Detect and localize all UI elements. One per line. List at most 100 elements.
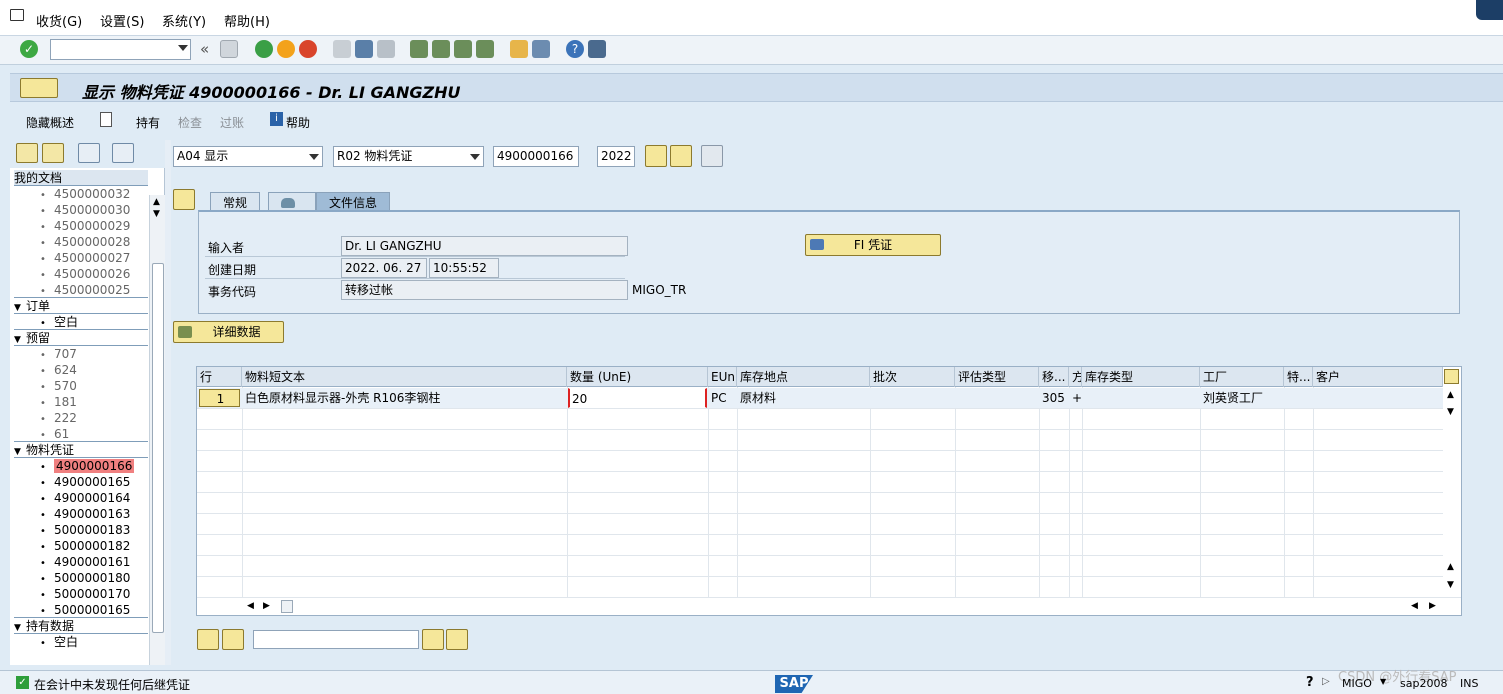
column-header-quantity[interactable]: 数量 (UnE) (567, 367, 708, 387)
tree-folder-material-documents[interactable]: ▼ 物料凭证 (14, 442, 148, 458)
scroll-down-icon[interactable]: ▼ (1447, 580, 1454, 590)
column-header-line[interactable]: 行 (197, 367, 242, 387)
tree-item[interactable]: • 5000000183 (14, 522, 148, 538)
column-header-movement-type[interactable]: 移... (1039, 367, 1069, 387)
menu-goods-receipt[interactable]: 收货(G) (36, 11, 82, 30)
column-header-stock-type[interactable]: 库存类型 (1082, 367, 1200, 387)
cell-quantity[interactable]: 20 (568, 388, 707, 408)
expand-status-icon[interactable]: ▷ (1322, 676, 1330, 687)
header-toggle-icon[interactable] (173, 189, 195, 210)
tree-item-selected[interactable]: • 4900000166 (14, 458, 148, 474)
tab-partner[interactable] (268, 192, 316, 212)
first-page-icon[interactable] (410, 40, 428, 58)
last-page-icon[interactable] (476, 40, 494, 58)
delete-icon[interactable] (78, 143, 100, 163)
tree-item[interactable]: • 4900000164 (14, 490, 148, 506)
add-row-icon[interactable] (197, 629, 219, 650)
chevron-down-icon[interactable]: ▼ (1380, 677, 1386, 686)
column-header-batch[interactable]: 批次 (870, 367, 955, 387)
tree-item[interactable]: • 5000000182 (14, 538, 148, 554)
search-next-icon[interactable] (446, 629, 468, 650)
scroll-down-icon[interactable]: ▼ (1447, 407, 1454, 417)
tree-item[interactable]: • 4500000030 (14, 202, 148, 218)
scroll-up-icon[interactable]: ▲ (153, 197, 160, 207)
hide-overview-button[interactable]: 隐藏概述 (26, 114, 74, 131)
column-header-direction[interactable]: 方 (1069, 367, 1082, 387)
scroll-right-icon[interactable]: ▶ (1429, 601, 1436, 611)
chevron-down-icon[interactable] (309, 154, 319, 160)
table-vertical-scrollbar[interactable]: ▲ ▼ ▲ ▼ (1443, 387, 1461, 597)
fi-document-button[interactable]: FI 凭证 (805, 234, 941, 256)
tree-item[interactable]: • 5000000180 (14, 570, 148, 586)
help-hint-icon[interactable]: ? (1306, 675, 1314, 690)
menu-system[interactable]: 系统(Y) (162, 11, 206, 30)
tree-item[interactable]: • 707 (14, 346, 148, 362)
column-header-unit[interactable]: EUn (708, 367, 737, 387)
filter-icon[interactable] (222, 629, 244, 650)
scroll-left-icon[interactable]: ◀ (1411, 601, 1418, 611)
exit-icon[interactable] (277, 40, 295, 58)
year-field[interactable]: 2022 (597, 146, 635, 167)
column-header-short-text[interactable]: 物料短文本 (242, 367, 567, 387)
table-horizontal-scrollbar[interactable]: ◀ ▶ ◀ ▶ (197, 597, 1461, 615)
new-document-icon[interactable] (100, 112, 112, 127)
menu-help[interactable]: 帮助(H) (224, 11, 270, 30)
tree-folder-held-data[interactable]: ▼ 持有数据 (14, 618, 148, 634)
tree-folder-my-documents[interactable]: 我的文档 (14, 170, 148, 186)
column-header-storage-location[interactable]: 库存地点 (737, 367, 870, 387)
shortcut-icon[interactable] (532, 40, 550, 58)
scroll-up-icon[interactable]: ▲ (1447, 562, 1454, 572)
tree-item[interactable]: • 空白 (14, 634, 148, 650)
close-overview-icon[interactable] (112, 143, 134, 163)
window-control[interactable] (1476, 0, 1503, 20)
tab-document-info[interactable]: 文件信息 (316, 192, 391, 212)
tree-item[interactable]: • 5000000165 (14, 602, 148, 618)
tree-item[interactable]: • 4900000161 (14, 554, 148, 570)
tree-item[interactable]: • 5000000170 (14, 586, 148, 602)
binoculars-icon[interactable] (670, 145, 692, 167)
menu-settings[interactable]: 设置(S) (100, 11, 144, 30)
collapse-all-icon[interactable] (42, 143, 64, 163)
tree-item[interactable]: • 4500000032 (14, 186, 148, 202)
scroll-right-icon[interactable]: ▶ (263, 601, 270, 611)
info-icon[interactable]: i (270, 112, 283, 126)
grid-settings-icon[interactable] (701, 145, 723, 167)
action-select[interactable]: A04 显示 (173, 146, 323, 167)
tree-item[interactable]: • 4500000026 (14, 266, 148, 282)
tree-item[interactable]: • 4900000163 (14, 506, 148, 522)
layout-monitor-icon[interactable] (588, 40, 606, 58)
next-page-icon[interactable] (454, 40, 472, 58)
tree-item[interactable]: • 4500000025 (14, 282, 148, 298)
reference-select[interactable]: R02 物料凭证 (333, 146, 484, 167)
menu-icon[interactable] (10, 9, 24, 21)
column-header-special[interactable]: 特... (1284, 367, 1313, 387)
chevron-down-icon[interactable] (178, 45, 188, 51)
new-session-icon[interactable] (510, 40, 528, 58)
tree-item[interactable]: • 4500000027 (14, 250, 148, 266)
tree-item[interactable]: • 4900000165 (14, 474, 148, 490)
find-icon[interactable] (355, 40, 373, 58)
tree-item[interactable]: • 61 (14, 426, 148, 442)
scroll-thumb[interactable] (152, 263, 164, 633)
column-header-valuation-type[interactable]: 评估类型 (955, 367, 1039, 387)
table-row[interactable]: 1 白色原材料显示器-外壳 R106李钢柱 20 PC 原材料 305 + 刘英… (197, 388, 1443, 408)
help-icon[interactable]: ? (566, 40, 584, 58)
tree-scrollbar[interactable]: ▲ ▼ (149, 195, 165, 665)
tree-item[interactable]: • 4500000029 (14, 218, 148, 234)
tree-folder-reservations[interactable]: ▼ 预留 (14, 330, 148, 346)
panel-splitter[interactable] (165, 140, 171, 665)
scroll-left-icon[interactable]: ◀ (247, 601, 254, 611)
tree-item[interactable]: • 222 (14, 410, 148, 426)
chevron-down-icon[interactable] (470, 154, 480, 160)
tab-general[interactable]: 常规 (210, 192, 261, 212)
scroll-up-icon[interactable]: ▲ (1447, 390, 1454, 400)
detail-data-button[interactable]: 详细数据 (173, 321, 284, 343)
grid-search-input[interactable] (253, 630, 419, 649)
screen-menu-icon[interactable] (20, 78, 58, 98)
column-settings-icon[interactable] (1444, 369, 1459, 384)
hold-button[interactable]: 持有 (136, 114, 160, 131)
scroll-thumb[interactable] (281, 600, 293, 613)
transaction-indicator[interactable]: MIGO (1342, 677, 1372, 690)
tree-item[interactable]: • 181 (14, 394, 148, 410)
expand-all-icon[interactable] (16, 143, 38, 163)
